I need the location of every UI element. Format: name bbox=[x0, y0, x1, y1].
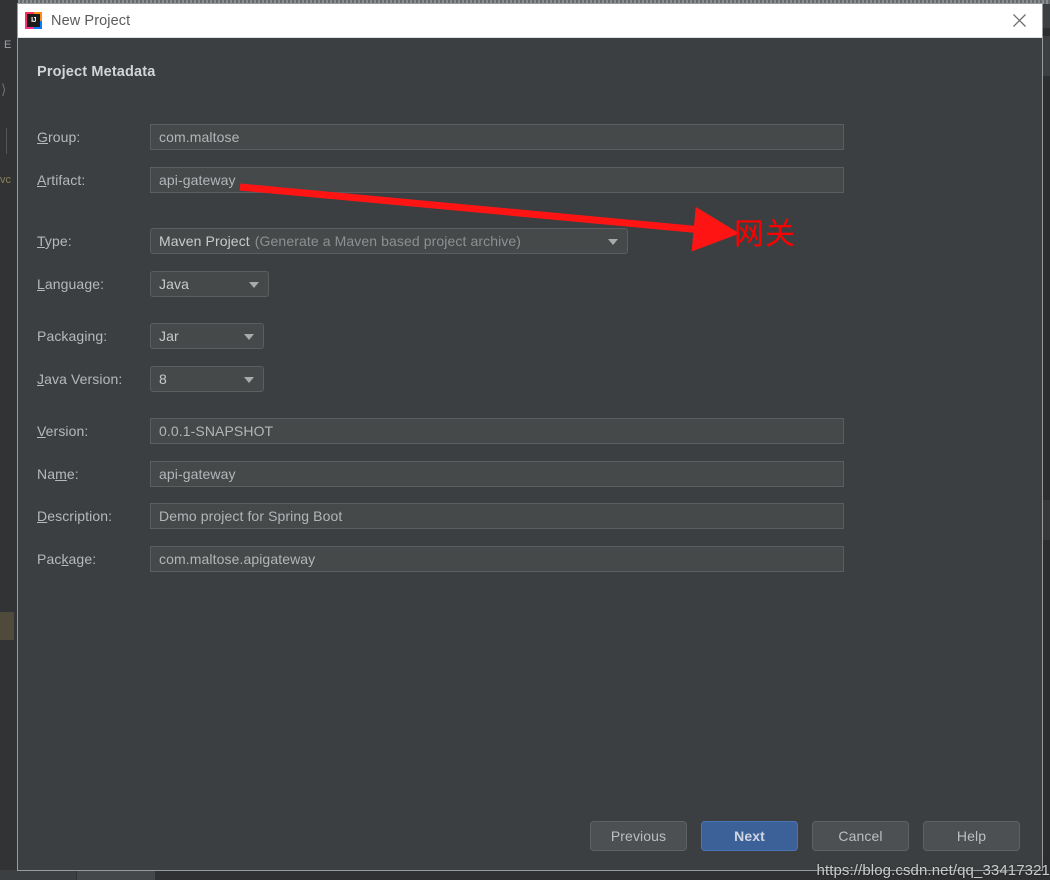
form-row-java-version: Java Version: 8 bbox=[37, 366, 264, 392]
form-row-group: Group: com.maltose bbox=[37, 124, 844, 150]
combo-packaging[interactable]: Jar bbox=[150, 323, 264, 349]
label-description: Description: bbox=[37, 508, 113, 524]
close-icon[interactable] bbox=[996, 4, 1042, 37]
form-row-description: Description: Demo project for Spring Boo… bbox=[37, 503, 844, 529]
chevron-down-icon bbox=[249, 282, 259, 288]
help-button[interactable]: Help bbox=[923, 821, 1020, 851]
label-package: Package: bbox=[37, 551, 97, 567]
input-version[interactable]: 0.0.1-SNAPSHOT bbox=[150, 418, 844, 444]
combo-java-version-value: 8 bbox=[159, 371, 167, 387]
combo-packaging-value: Jar bbox=[159, 328, 179, 344]
input-artifact[interactable]: api-gateway bbox=[150, 167, 844, 193]
new-project-dialog: IJ New Project Project Metadata Group: c… bbox=[18, 4, 1042, 870]
form-row-version: Version: 0.0.1-SNAPSHOT bbox=[37, 418, 844, 444]
combo-language-value: Java bbox=[159, 276, 189, 292]
combo-type[interactable]: Maven Project (Generate a Maven based pr… bbox=[150, 228, 628, 254]
annotation-text: 网关 bbox=[734, 217, 796, 252]
form-row-package: Package: com.maltose.apigateway bbox=[37, 546, 844, 572]
annotation-arrow bbox=[239, 183, 740, 252]
label-type: Type: bbox=[37, 233, 72, 249]
intellij-idea-logo-icon: IJ bbox=[25, 12, 42, 29]
input-package[interactable]: com.maltose.apigateway bbox=[150, 546, 844, 572]
label-java-version: Java Version: bbox=[37, 371, 123, 387]
watermark-url: https://blog.csdn.net/qq_33417321 bbox=[816, 862, 1050, 879]
ide-background-glyph-vc: vc bbox=[0, 174, 11, 186]
combo-java-version[interactable]: 8 bbox=[150, 366, 264, 392]
cancel-button[interactable]: Cancel bbox=[812, 821, 909, 851]
chevron-down-icon bbox=[608, 239, 618, 245]
ide-left-strip-highlight bbox=[0, 612, 14, 640]
chevron-down-icon bbox=[244, 334, 254, 340]
dialog-button-bar: Previous Next Cancel Help bbox=[590, 821, 1020, 851]
input-name[interactable]: api-gateway bbox=[150, 461, 844, 487]
input-group[interactable]: com.maltose bbox=[150, 124, 844, 150]
label-group: Group: bbox=[37, 129, 81, 145]
ide-status-bar-segment-mid bbox=[77, 870, 155, 880]
form-row-name: Name: api-gateway bbox=[37, 461, 844, 487]
combo-type-description: (Generate a Maven based project archive) bbox=[254, 233, 522, 249]
section-title: Project Metadata bbox=[37, 64, 156, 80]
ide-left-toolbar-strip bbox=[0, 0, 18, 880]
label-artifact: Artifact: bbox=[37, 172, 86, 188]
form-row-packaging: Packaging: Jar bbox=[37, 323, 264, 349]
label-name: Name: bbox=[37, 466, 79, 482]
form-row-type: Type: Maven Project (Generate a Maven ba… bbox=[37, 228, 628, 254]
form-row-artifact: Artifact: api-gateway bbox=[37, 167, 844, 193]
label-version: Version: bbox=[37, 423, 89, 439]
ide-background-glyph-chevron: ⟩ bbox=[1, 81, 7, 97]
input-description[interactable]: Demo project for Spring Boot bbox=[150, 503, 844, 529]
next-button[interactable]: Next bbox=[701, 821, 798, 851]
window-title: New Project bbox=[51, 12, 131, 29]
label-language: Language: bbox=[37, 276, 105, 292]
chevron-down-icon bbox=[244, 377, 254, 383]
annotation-overlay bbox=[239, 183, 740, 252]
label-packaging: Packaging: bbox=[37, 328, 108, 344]
dialog-title-bar: IJ New Project bbox=[18, 4, 1042, 38]
ide-background-glyph-e: E bbox=[4, 39, 12, 51]
form-row-language: Language: Java bbox=[37, 271, 269, 297]
dialog-body: Project Metadata Group: com.maltose Arti… bbox=[18, 38, 1042, 870]
ide-background-glyph-bar bbox=[6, 128, 7, 154]
combo-language[interactable]: Java bbox=[150, 271, 269, 297]
logo-text: IJ bbox=[27, 14, 40, 27]
combo-type-value: Maven Project bbox=[159, 233, 250, 249]
ide-status-bar-segment-left bbox=[0, 870, 76, 880]
previous-button[interactable]: Previous bbox=[590, 821, 687, 851]
